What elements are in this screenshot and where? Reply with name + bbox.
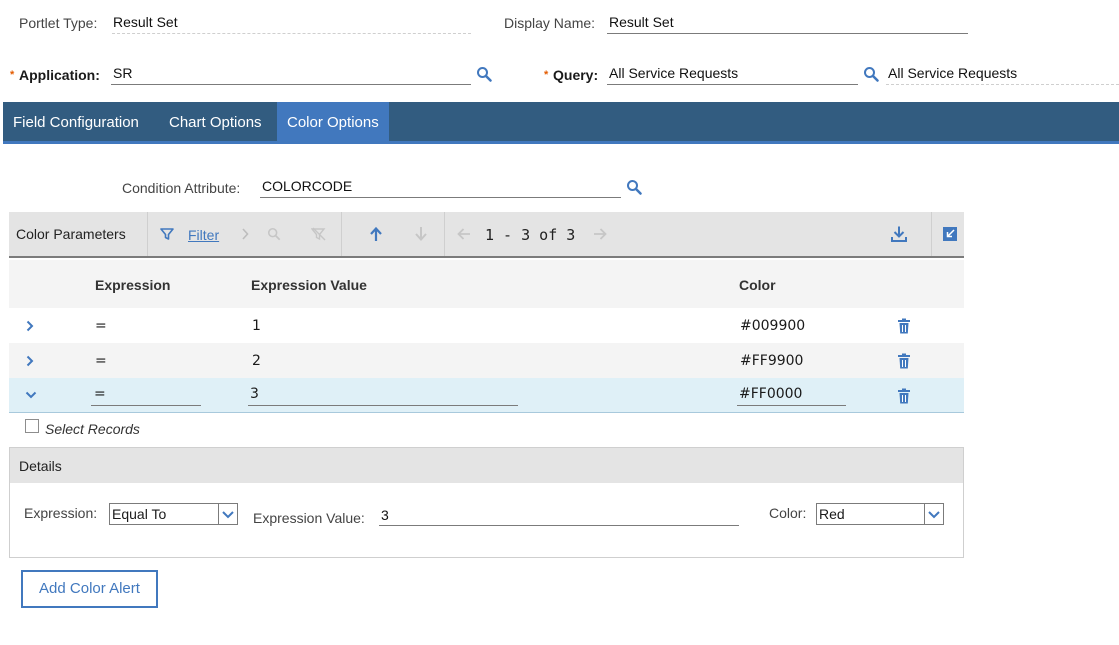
expression-select[interactable]: Equal To bbox=[109, 503, 238, 525]
expression-value-cell: 1 bbox=[252, 318, 261, 334]
condition-attribute-input[interactable]: COLORCODE bbox=[260, 176, 621, 198]
portlet-type-value: Result Set bbox=[113, 14, 178, 30]
table-toolbar: Color Parameters Filter 1 - 3 of 3 bbox=[9, 212, 964, 258]
tab-color-options[interactable]: Color Options bbox=[277, 102, 389, 141]
expand-row-icon[interactable] bbox=[26, 355, 34, 367]
chevron-right-icon bbox=[241, 228, 249, 240]
query-label: Query: bbox=[553, 67, 599, 83]
clear-filter-icon bbox=[311, 227, 327, 241]
column-header-expression[interactable]: Expression bbox=[95, 277, 170, 293]
application-label: Application: bbox=[19, 67, 100, 83]
color-cell: #FF9900 bbox=[740, 353, 804, 369]
color-select[interactable]: Red bbox=[816, 503, 944, 525]
expression-cell: = bbox=[95, 353, 107, 369]
expression-input-value: = bbox=[94, 386, 106, 402]
table-row[interactable]: = 2 #FF9900 bbox=[9, 343, 964, 378]
expression-value-input[interactable]: 3 bbox=[248, 386, 518, 406]
download-icon[interactable] bbox=[890, 225, 908, 243]
chevron-down-icon bbox=[218, 504, 237, 524]
portlet-type-label: Portlet Type: bbox=[19, 15, 98, 31]
details-color-label: Color: bbox=[769, 505, 807, 521]
color-input[interactable]: #FF0000 bbox=[737, 386, 846, 406]
expression-value-cell: 2 bbox=[252, 353, 261, 369]
query-search-icon[interactable] bbox=[863, 66, 879, 82]
collapse-table-icon[interactable] bbox=[943, 227, 957, 241]
table-header-row: Expression Expression Value Color bbox=[9, 260, 964, 308]
details-expression-value-input[interactable]: 3 bbox=[379, 504, 739, 526]
pagination-text: 1 - 3 of 3 bbox=[485, 226, 576, 244]
table-row-selected[interactable]: = 3 #FF0000 bbox=[9, 378, 964, 413]
color-select-value: Red bbox=[819, 506, 845, 522]
condition-attribute-label: Condition Attribute: bbox=[122, 180, 241, 196]
column-header-color[interactable]: Color bbox=[739, 277, 776, 293]
delete-row-icon[interactable] bbox=[897, 318, 911, 334]
toolbar-divider bbox=[341, 212, 342, 256]
tab-field-configuration[interactable]: Field Configuration bbox=[3, 102, 149, 141]
tab-bar: Field Configuration Chart Options Color … bbox=[3, 102, 1119, 144]
arrow-up-icon[interactable] bbox=[369, 226, 383, 242]
filter-icon[interactable] bbox=[160, 227, 174, 241]
next-page-icon bbox=[593, 227, 607, 241]
expression-cell: = bbox=[95, 318, 107, 334]
toolbar-divider bbox=[444, 212, 445, 256]
add-color-alert-button[interactable]: Add Color Alert bbox=[21, 570, 158, 608]
collapse-row-icon[interactable] bbox=[25, 391, 37, 399]
details-title: Details bbox=[19, 458, 62, 474]
previous-page-icon bbox=[457, 227, 471, 241]
details-expression-value-label: Expression Value: bbox=[253, 510, 365, 526]
delete-row-icon[interactable] bbox=[897, 353, 911, 369]
select-records-label[interactable]: Select Records bbox=[45, 421, 140, 437]
application-input[interactable]: SR bbox=[111, 63, 471, 85]
expand-row-icon[interactable] bbox=[26, 320, 34, 332]
display-name-input[interactable]: Result Set bbox=[607, 12, 968, 34]
search-icon bbox=[267, 227, 281, 241]
condition-attribute-value: COLORCODE bbox=[262, 178, 353, 194]
query-description: All Service Requests bbox=[888, 65, 1018, 81]
query-description-field: All Service Requests bbox=[886, 63, 1119, 85]
table-row[interactable]: = 1 #009900 bbox=[9, 308, 964, 343]
details-header: Details bbox=[10, 448, 963, 483]
display-name-value: Result Set bbox=[609, 14, 674, 30]
toolbar-divider bbox=[147, 212, 148, 256]
expression-select-value: Equal To bbox=[112, 506, 167, 522]
select-records-checkbox[interactable] bbox=[25, 419, 39, 433]
query-value: All Service Requests bbox=[609, 65, 739, 81]
application-search-icon[interactable] bbox=[476, 66, 492, 82]
details-expression-label: Expression: bbox=[24, 505, 98, 521]
tab-chart-options[interactable]: Chart Options bbox=[159, 102, 272, 141]
application-value: SR bbox=[113, 65, 133, 81]
delete-row-icon[interactable] bbox=[897, 388, 911, 404]
chevron-down-icon bbox=[924, 504, 943, 524]
required-marker: * bbox=[10, 69, 15, 81]
required-marker: * bbox=[544, 69, 549, 81]
column-header-expression-value[interactable]: Expression Value bbox=[251, 277, 367, 293]
condition-search-icon[interactable] bbox=[626, 179, 642, 195]
portlet-type-field: Result Set bbox=[112, 12, 471, 34]
table-title: Color Parameters bbox=[16, 226, 126, 242]
display-name-label: Display Name: bbox=[504, 15, 596, 31]
color-input-value: #FF0000 bbox=[739, 386, 803, 402]
details-panel: Details Expression: Equal To Expression … bbox=[9, 447, 964, 558]
toolbar-divider bbox=[931, 212, 932, 256]
filter-link[interactable]: Filter bbox=[188, 227, 219, 243]
query-input[interactable]: All Service Requests bbox=[607, 63, 858, 85]
color-cell: #009900 bbox=[740, 318, 806, 334]
arrow-down-icon bbox=[414, 226, 428, 242]
details-expression-value-value: 3 bbox=[381, 507, 389, 523]
expression-input[interactable]: = bbox=[91, 386, 201, 406]
expression-value-input-value: 3 bbox=[250, 386, 259, 402]
